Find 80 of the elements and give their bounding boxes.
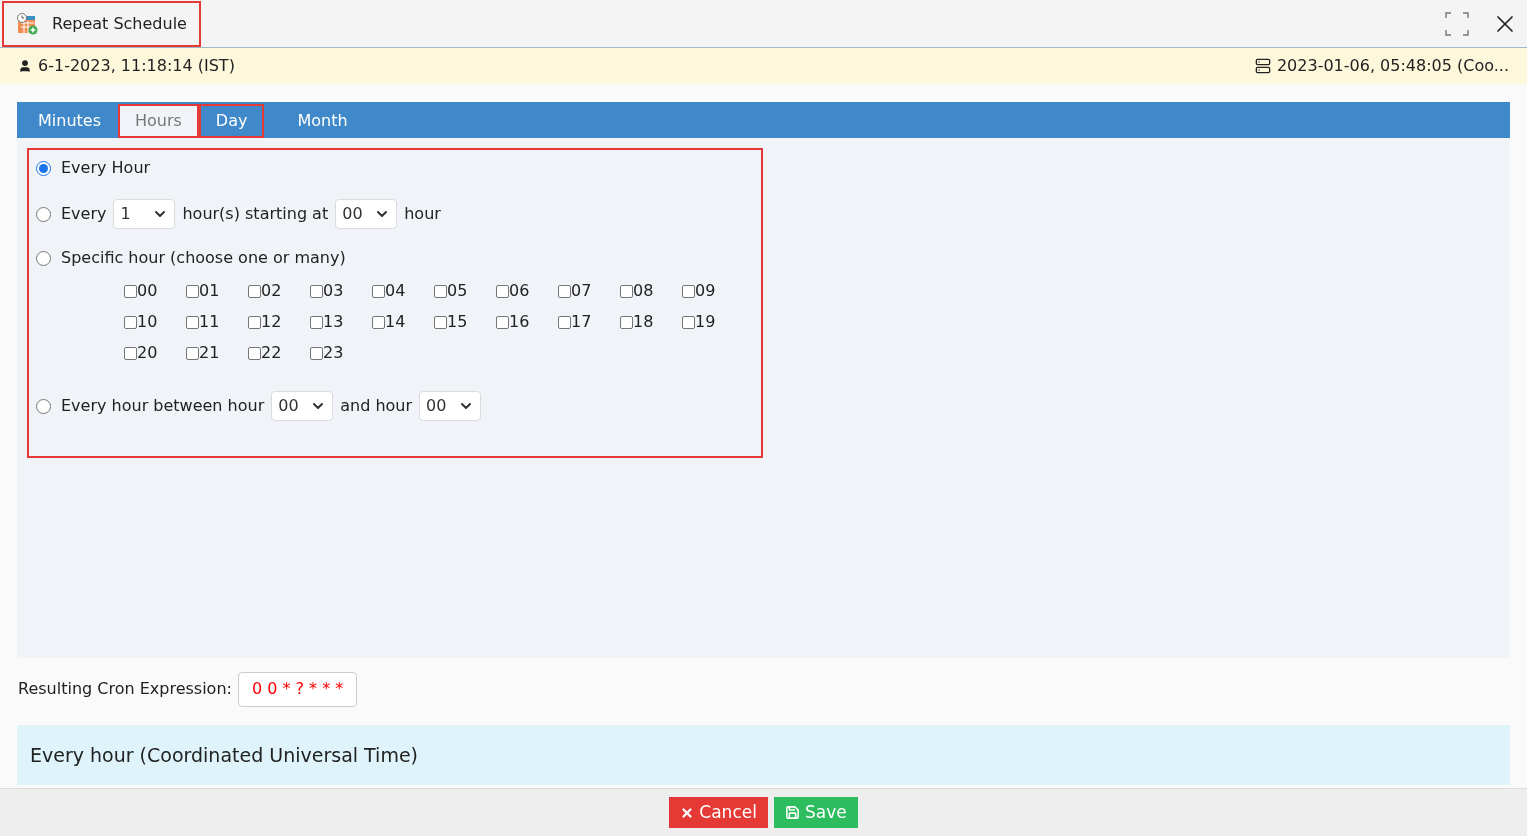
checkbox[interactable] [124, 315, 137, 329]
hour-label: 12 [261, 311, 282, 333]
hour-label: 07 [571, 280, 592, 302]
user-icon [18, 59, 32, 73]
checkbox[interactable] [558, 315, 571, 329]
option-label: Every [61, 203, 107, 225]
hour-label: 05 [447, 280, 468, 302]
hour-label: 08 [633, 280, 654, 302]
hour-label: 10 [137, 311, 158, 333]
calendar-clock-icon [16, 12, 38, 35]
checkbox[interactable] [620, 284, 633, 298]
dropdown[interactable]: 00 [335, 199, 398, 229]
dropdown[interactable]: 00 [271, 391, 334, 421]
checkbox[interactable] [310, 346, 323, 360]
dropdown[interactable]: 00 [419, 391, 482, 421]
description-text: Every hour (Coordinated Universal Time) [30, 742, 418, 768]
cron-label: Resulting Cron Expression: [18, 678, 232, 700]
tab[interactable]: Month [280, 104, 365, 138]
option-label: hour(s) starting at [182, 203, 329, 225]
checkbox[interactable] [558, 284, 571, 298]
option-label: and hour [340, 395, 413, 417]
tab[interactable]: Minutes [21, 104, 118, 138]
hour-label: 19 [695, 311, 716, 333]
checkbox[interactable] [248, 284, 261, 298]
local-time: 6-1-2023, 11:18:14 (IST) [38, 55, 235, 77]
tab[interactable]: Day [198, 104, 265, 138]
hour-label: 02 [261, 280, 282, 302]
option-label: Specific hour (choose one or many) [61, 247, 346, 269]
radio-button[interactable] [36, 206, 51, 222]
server-time: 2023-01-06, 05:48:05 (Coo... [1276, 55, 1509, 77]
checkbox[interactable] [248, 346, 261, 360]
save-button[interactable]: Save [773, 797, 858, 828]
option-label: hour [404, 203, 441, 225]
checkbox[interactable] [372, 284, 385, 298]
hour-label: 14 [385, 311, 406, 333]
hour-label: 09 [695, 280, 716, 302]
checkbox[interactable] [372, 315, 385, 329]
dropdown[interactable]: 1 [113, 199, 176, 229]
option-label: Every Hour [61, 157, 151, 179]
window-title: Repeat Schedule [2, 0, 201, 47]
server-icon [1254, 58, 1271, 74]
hour-label: 15 [447, 311, 468, 333]
tab[interactable]: Hours [118, 104, 199, 138]
checkbox[interactable] [248, 315, 261, 329]
hour-label: 21 [199, 342, 220, 364]
hour-label: 11 [199, 311, 220, 333]
checkbox[interactable] [310, 315, 323, 329]
maximize-icon[interactable] [1445, 11, 1469, 36]
checkbox[interactable] [682, 284, 695, 298]
hour-label: 04 [385, 280, 406, 302]
radio-button[interactable] [36, 160, 51, 176]
hour-label: 06 [509, 280, 530, 302]
hour-label: 03 [323, 280, 344, 302]
checkbox[interactable] [186, 315, 199, 329]
hour-label: 16 [509, 311, 530, 333]
checkbox[interactable] [434, 315, 447, 329]
hour-label: 00 [137, 280, 158, 302]
close-icon [680, 805, 695, 820]
checkbox[interactable] [620, 315, 633, 329]
checkbox[interactable] [310, 284, 323, 298]
cron-expression: 0 0 * ? * * * [237, 671, 358, 707]
checkbox[interactable] [496, 284, 509, 298]
checkbox[interactable] [186, 346, 199, 360]
checkbox[interactable] [186, 284, 199, 298]
radio-button[interactable] [36, 250, 51, 266]
radio-button[interactable] [36, 398, 51, 414]
checkbox[interactable] [682, 315, 695, 329]
hour-label: 01 [199, 280, 220, 302]
checkbox[interactable] [124, 346, 137, 360]
checkbox[interactable] [434, 284, 447, 298]
hour-label: 22 [261, 342, 282, 364]
hour-label: 17 [571, 311, 592, 333]
hour-label: 13 [323, 311, 344, 333]
checkbox[interactable] [124, 284, 137, 298]
option-label: Every hour between hour [61, 395, 265, 417]
hour-label: 23 [323, 342, 344, 364]
hour-label: 20 [137, 342, 158, 364]
hour-label: 18 [633, 311, 654, 333]
cancel-button[interactable]: Cancel [669, 797, 768, 828]
checkbox[interactable] [496, 315, 509, 329]
